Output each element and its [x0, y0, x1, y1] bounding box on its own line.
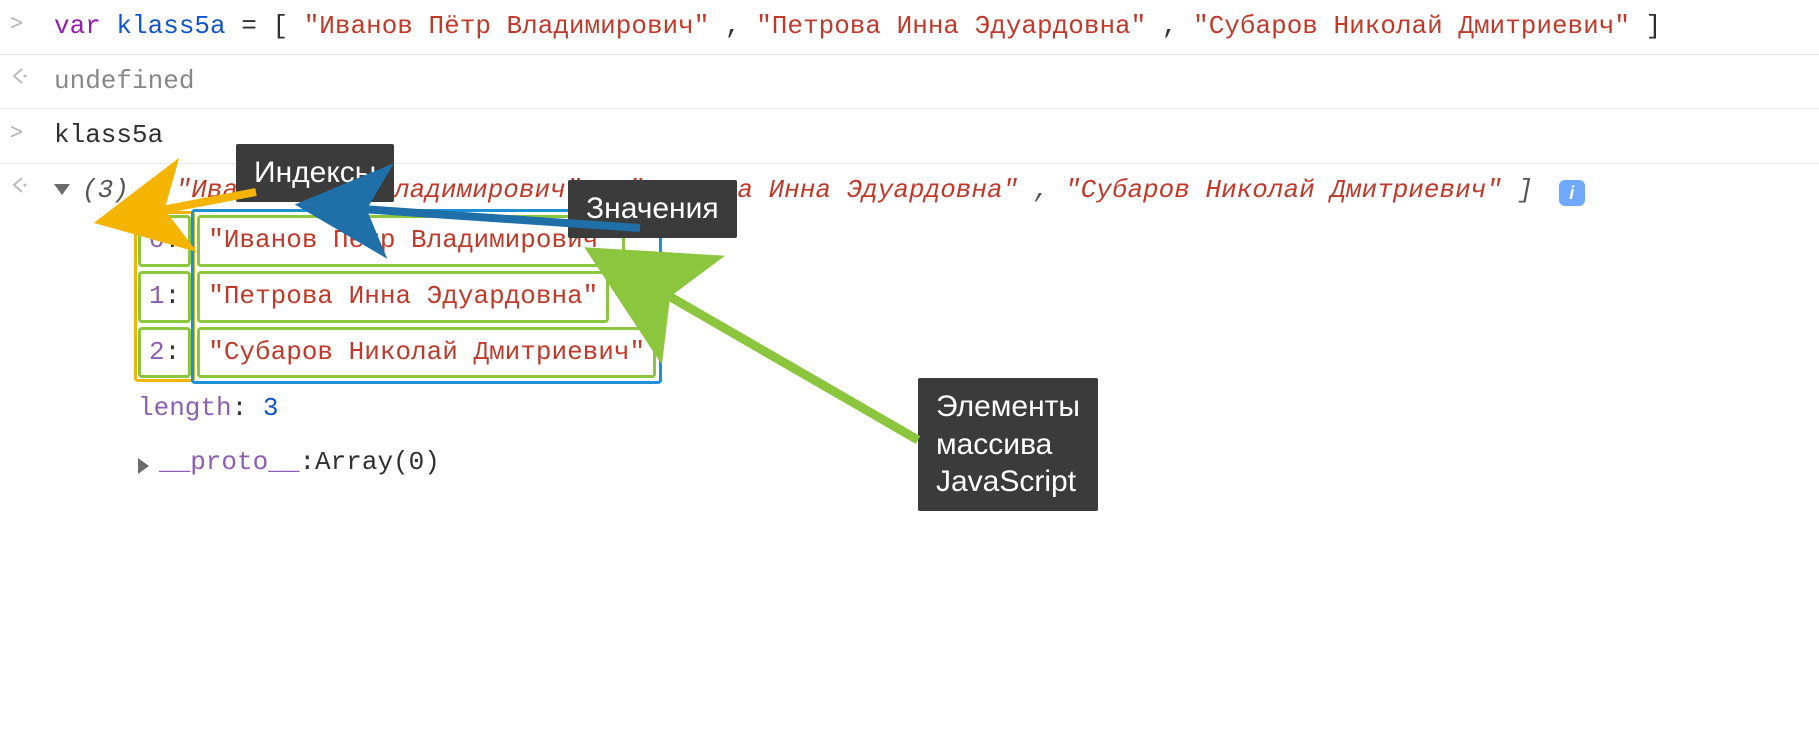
keyword-var: var [54, 11, 101, 41]
property-value: Array(0) [315, 442, 440, 484]
callout-indexes: Индексы [236, 144, 394, 202]
info-icon[interactable]: i [1559, 180, 1585, 206]
operator-eq: = [241, 11, 272, 41]
identifier: klass5a [54, 120, 163, 150]
array-element-row[interactable]: 2: "Субаров Николай Дмитриевич" [138, 327, 1819, 379]
array-element-row[interactable]: 0: "Иванов Пётр Владимирович" [138, 215, 1819, 267]
property-name: length [138, 393, 232, 423]
expand-toggle-icon[interactable] [138, 458, 149, 474]
array-value-cell: "Иванов Пётр Владимирович" [197, 215, 625, 267]
output-prompt-icon [10, 61, 54, 91]
string-literal: "Петрова Инна Эдуардовна" [756, 11, 1146, 41]
string-literal: "Субаров Николай Дмитриевич" [1065, 175, 1502, 205]
input-prompt-icon: > [10, 115, 54, 145]
array-value-cell: "Петрова Инна Эдуардовна" [197, 271, 609, 323]
console-input-row: > var klass5a = [ "Иванов Пётр Владимиро… [0, 0, 1819, 54]
array-index-cell: 1: [138, 271, 191, 323]
separator: , [1162, 11, 1193, 41]
string-literal: "Иванов Пётр Владимирович" [304, 11, 710, 41]
array-length-summary: (3) [82, 175, 129, 205]
console-input-code[interactable]: var klass5a = [ "Иванов Пётр Владимирови… [54, 6, 1819, 48]
identifier: klass5a [116, 11, 225, 41]
input-prompt-icon: > [10, 6, 54, 36]
bracket-open: [ [272, 11, 288, 41]
expand-toggle-icon[interactable] [54, 184, 70, 195]
property-name: __proto__ [159, 442, 299, 484]
string-literal: "Субаров Николай Дмитриевич" [1193, 11, 1630, 41]
bracket-close: ] [1646, 11, 1662, 41]
undefined-value: undefined [54, 61, 1819, 103]
console-output-row: (3) [ "Иванов Пётр Владимирович" , "Петр… [0, 163, 1819, 496]
array-index-cell: 0: [138, 215, 191, 267]
callout-elements: Элементы массива JavaScript [918, 378, 1098, 511]
separator: , [725, 11, 756, 41]
callout-values: Значения [568, 180, 737, 238]
property-value: 3 [263, 393, 279, 423]
array-elements-group: 0: "Иванов Пётр Владимирович" 1: "Петров… [138, 215, 1819, 378]
output-prompt-icon [10, 170, 54, 200]
separator: , [1034, 175, 1065, 205]
console-output-row: undefined [0, 54, 1819, 109]
bracket-open: [ [144, 175, 160, 205]
devtools-console: > var klass5a = [ "Иванов Пётр Владимиро… [0, 0, 1819, 495]
bracket-close: ] [1518, 175, 1534, 205]
array-index-cell: 2: [138, 327, 191, 379]
array-value-cell: "Субаров Николай Дмитриевич" [197, 327, 656, 379]
array-element-row[interactable]: 1: "Петрова Инна Эдуардовна" [138, 271, 1819, 323]
